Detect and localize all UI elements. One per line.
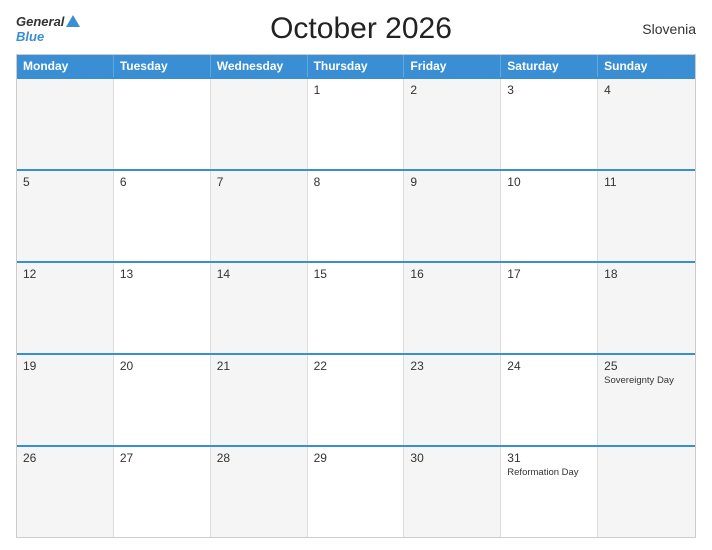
header-day-monday: Monday	[17, 55, 114, 77]
week-row-2: 56789 10 11	[17, 169, 695, 261]
day-number: 27	[120, 451, 204, 465]
day-number: 28	[217, 451, 301, 465]
day-number: 19	[23, 359, 107, 373]
cal-cell: 18	[598, 263, 695, 353]
day-number: 18	[604, 267, 689, 281]
header-day-tuesday: Tuesday	[114, 55, 211, 77]
day-number: 3	[507, 83, 591, 97]
cal-cell: 10	[501, 171, 598, 261]
cal-cell: 26	[17, 447, 114, 537]
week-row-5: 26 27 28 29 30 31 Reformation Day	[17, 445, 695, 537]
calendar-title: October 2026	[96, 12, 626, 46]
cal-cell: 5	[17, 171, 114, 261]
cal-cell: 7	[211, 171, 308, 261]
cal-cell: 28	[211, 447, 308, 537]
day-number: 5	[23, 175, 107, 189]
day-number: 11	[604, 175, 689, 189]
day-number: 7	[217, 175, 301, 189]
day-number: 17	[507, 267, 591, 281]
logo-general: General	[16, 14, 64, 29]
cal-cell: 27	[114, 447, 211, 537]
cal-cell: 3	[501, 79, 598, 169]
cal-cell: 21	[211, 355, 308, 445]
calendar-header: MondayTuesdayWednesdayThursdayFridaySatu…	[17, 55, 695, 77]
header: GeneralBlueOctober 2026Slovenia	[16, 12, 696, 46]
header-day-sunday: Sunday	[598, 55, 695, 77]
calendar: MondayTuesdayWednesdayThursdayFridaySatu…	[16, 54, 696, 538]
day-number: 8	[314, 175, 398, 189]
header-day-friday: Friday	[404, 55, 501, 77]
cal-cell: 12	[17, 263, 114, 353]
day-number: 22	[314, 359, 398, 373]
day-number: 24	[507, 359, 591, 373]
week-row-4: 19 20 21 22 23 24 25 Sovereignty Day	[17, 353, 695, 445]
calendar-body: 1234567891011121314151617181920212223242…	[17, 77, 695, 537]
week-row-1: 1234	[17, 77, 695, 169]
page: GeneralBlueOctober 2026Slovenia MondayTu…	[0, 0, 712, 550]
day-number: 12	[23, 267, 107, 281]
cal-cell: 9	[404, 171, 501, 261]
day-number: 4	[604, 83, 689, 97]
holiday-name: Reformation Day	[507, 467, 591, 478]
day-number: 9	[410, 175, 494, 189]
day-number: 21	[217, 359, 301, 373]
cal-cell: 8	[308, 171, 405, 261]
day-number: 13	[120, 267, 204, 281]
header-day-saturday: Saturday	[501, 55, 598, 77]
logo-blue: Blue	[16, 29, 44, 44]
cal-cell: 11	[598, 171, 695, 261]
day-number: 30	[410, 451, 494, 465]
cal-cell	[211, 79, 308, 169]
cal-cell: 20	[114, 355, 211, 445]
cal-cell: 6	[114, 171, 211, 261]
cal-cell: 30	[404, 447, 501, 537]
cal-cell: 4	[598, 79, 695, 169]
cal-cell: 19	[17, 355, 114, 445]
day-number: 31	[507, 451, 591, 465]
day-number: 14	[217, 267, 301, 281]
cal-cell: 22	[308, 355, 405, 445]
cal-cell: 25 Sovereignty Day	[598, 355, 695, 445]
day-number: 23	[410, 359, 494, 373]
header-day-thursday: Thursday	[308, 55, 405, 77]
day-number: 2	[410, 83, 494, 97]
cal-cell: 14	[211, 263, 308, 353]
day-number: 20	[120, 359, 204, 373]
cal-cell	[114, 79, 211, 169]
cal-cell: 16	[404, 263, 501, 353]
cal-cell: 23	[404, 355, 501, 445]
cal-cell: 15	[308, 263, 405, 353]
day-number: 26	[23, 451, 107, 465]
day-number: 29	[314, 451, 398, 465]
holiday-name: Sovereignty Day	[604, 375, 689, 386]
week-row-3: 12 13 14 15 16 17 18	[17, 261, 695, 353]
day-number: 1	[314, 83, 398, 97]
cal-cell: 2	[404, 79, 501, 169]
cal-cell	[17, 79, 114, 169]
cal-cell: 31 Reformation Day	[501, 447, 598, 537]
day-number: 16	[410, 267, 494, 281]
day-number: 10	[507, 175, 591, 189]
logo-triangle-icon	[66, 15, 80, 27]
cal-cell: 13	[114, 263, 211, 353]
header-day-wednesday: Wednesday	[211, 55, 308, 77]
cal-cell: 24	[501, 355, 598, 445]
cal-cell: 17	[501, 263, 598, 353]
cal-cell: 29	[308, 447, 405, 537]
logo: GeneralBlue	[16, 14, 96, 44]
day-number: 6	[120, 175, 204, 189]
day-number: 15	[314, 267, 398, 281]
day-number: 25	[604, 359, 689, 373]
cal-cell	[598, 447, 695, 537]
cal-cell: 1	[308, 79, 405, 169]
country-label: Slovenia	[626, 21, 696, 37]
